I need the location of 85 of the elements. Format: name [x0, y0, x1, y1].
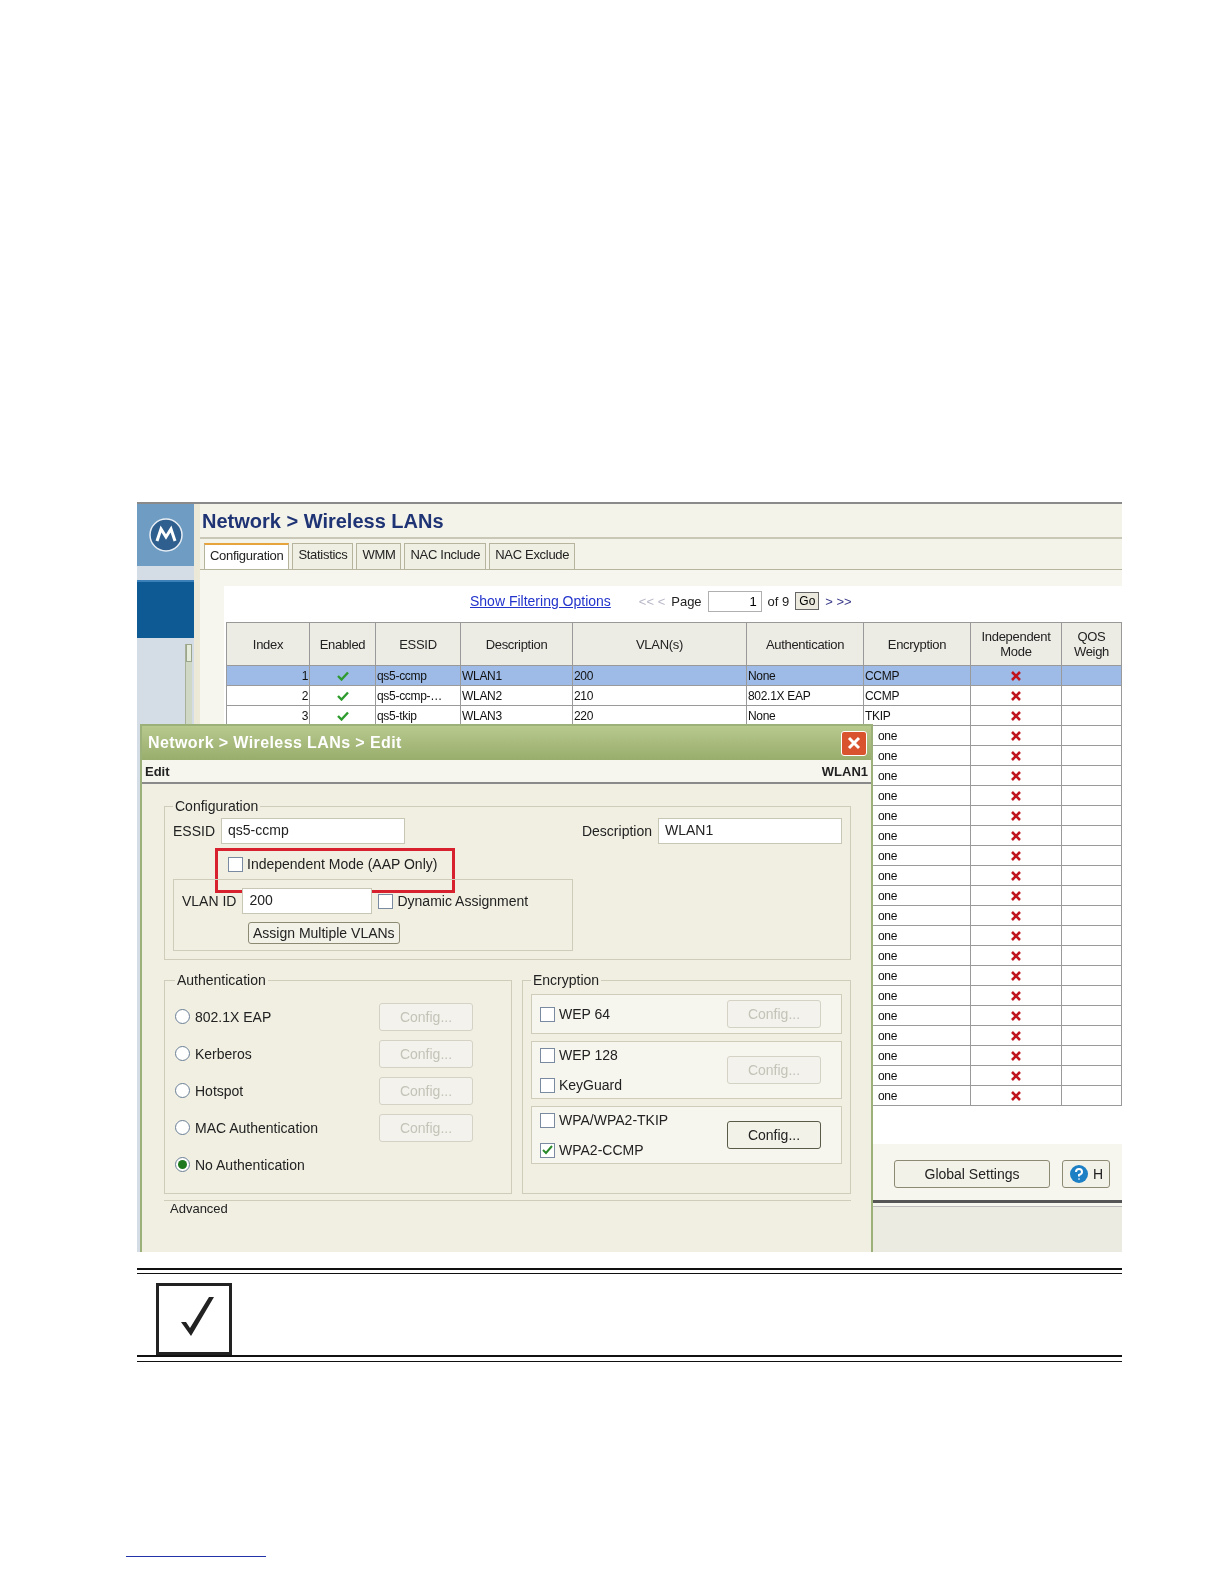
table-cell: one	[878, 728, 898, 743]
dialog-title: Network > Wireless LANs > Edit	[148, 734, 402, 752]
filter-link[interactable]: Show Filtering Options	[470, 593, 611, 609]
table-cell: one	[878, 908, 898, 923]
table-cell: one	[878, 788, 898, 803]
config-button[interactable]: Config...	[727, 1121, 821, 1149]
group-label: Advanced	[170, 1201, 228, 1216]
table-cell: one	[878, 1028, 898, 1043]
check-icon	[542, 1145, 553, 1155]
column-header[interactable]: Index	[226, 622, 310, 666]
table-cell: one	[878, 828, 898, 843]
assign-vlans-button[interactable]: Assign Multiple VLANs	[248, 922, 400, 944]
table-cell: 802.1X EAP	[746, 685, 864, 706]
checkbox[interactable]: WPA/WPA2-TKIP	[540, 1112, 669, 1128]
radio-button[interactable]: No Authentication	[175, 1156, 305, 1173]
table-cell: 210	[572, 685, 747, 706]
group-label: Authentication	[176, 972, 267, 988]
table-cell: 2	[226, 685, 310, 706]
edit-heading: Edit	[145, 764, 170, 779]
radio-button[interactable]: MAC Authentication	[175, 1119, 318, 1136]
table-cell: one	[878, 888, 898, 903]
help-button[interactable]: H	[1062, 1160, 1111, 1188]
radio-button[interactable]: Kerberos	[175, 1045, 252, 1062]
table-cell: one	[878, 1068, 898, 1083]
table-row[interactable]: 1 qs5-ccmp WLAN1 200 None CCMP	[226, 665, 1122, 686]
tab[interactable]: Statistics	[292, 543, 354, 569]
tab[interactable]: NAC Exclude	[489, 543, 576, 569]
go-button[interactable]: Go	[795, 592, 820, 610]
essid-field[interactable]: qs5-ccmp	[221, 818, 405, 844]
checkmark-icon	[156, 1283, 232, 1355]
checkbox[interactable]: Independent Mode (AAP Only)	[228, 856, 448, 872]
table-cell: one	[878, 808, 898, 823]
logo-icon	[148, 518, 183, 552]
field-label: ESSID	[173, 823, 215, 839]
column-header[interactable]: VLAN(s)	[572, 622, 747, 666]
table-cell: one	[878, 928, 898, 943]
vlan-id-field[interactable]: 200	[242, 888, 373, 914]
tab[interactable]: WMM	[356, 543, 402, 569]
table-cell: one	[878, 948, 898, 963]
tab[interactable]: NAC Include	[404, 543, 487, 569]
table-cell: one	[878, 868, 898, 883]
table-cell: one	[878, 1008, 898, 1023]
help-icon	[1069, 1164, 1089, 1184]
page-label: Page	[671, 593, 702, 609]
record-name: WLAN1	[821, 764, 868, 779]
table-cell: one	[878, 1048, 898, 1063]
group-label: Encryption	[532, 972, 601, 988]
tab[interactable]: Configuration	[204, 543, 290, 569]
table-cell: one	[878, 748, 898, 763]
field-label: Description	[581, 823, 652, 839]
checkbox[interactable]: WEP 128	[540, 1047, 623, 1063]
column-header[interactable]: Enabled	[309, 622, 376, 666]
table-cell: one	[878, 988, 898, 1003]
group-label: Configuration	[174, 798, 260, 814]
checkbox[interactable]: WPA2-CCMP	[540, 1142, 669, 1158]
column-header[interactable]: Independent Mode	[970, 622, 1062, 666]
checkbox[interactable]: Dynamic Assignment	[378, 893, 529, 909]
table-cell: WLAN2	[460, 685, 573, 706]
column-header[interactable]: Authentication	[746, 622, 864, 666]
table-cell: one	[878, 968, 898, 983]
nav-panel	[137, 580, 194, 638]
table-cell: one	[878, 848, 898, 863]
close-icon	[847, 736, 861, 750]
column-header[interactable]: Description	[460, 622, 573, 666]
table-cell: CCMP	[863, 685, 971, 706]
table-cell: one	[878, 768, 898, 783]
column-header[interactable]: Encryption	[863, 622, 971, 666]
table-cell: 1	[226, 665, 310, 686]
radio-button[interactable]: 802.1X EAP	[175, 1008, 272, 1025]
table-cell: qs5-ccmp-…	[375, 685, 461, 706]
table-cell: one	[878, 1088, 898, 1103]
page-count: of 9	[767, 593, 790, 609]
radio-button[interactable]: Hotspot	[175, 1082, 244, 1099]
page-title: Network > Wireless LANs	[200, 504, 1122, 539]
field-label: VLAN ID	[182, 893, 237, 909]
checkbox[interactable]: KeyGuard	[540, 1077, 623, 1093]
column-header[interactable]: QOS Weigh	[1061, 622, 1122, 666]
close-button[interactable]	[841, 730, 867, 756]
column-header[interactable]: ESSID	[375, 622, 461, 666]
description-field[interactable]: WLAN1	[658, 818, 842, 844]
checkbox[interactable]: WEP 64	[540, 1006, 611, 1022]
table-row[interactable]: 2 qs5-ccmp-… WLAN2 210 802.1X EAP CCMP	[226, 685, 1122, 706]
global-settings-button[interactable]: Global Settings	[894, 1160, 1050, 1188]
page-field[interactable]: 1	[707, 590, 762, 612]
next-page-link[interactable]: > >>	[825, 593, 852, 609]
